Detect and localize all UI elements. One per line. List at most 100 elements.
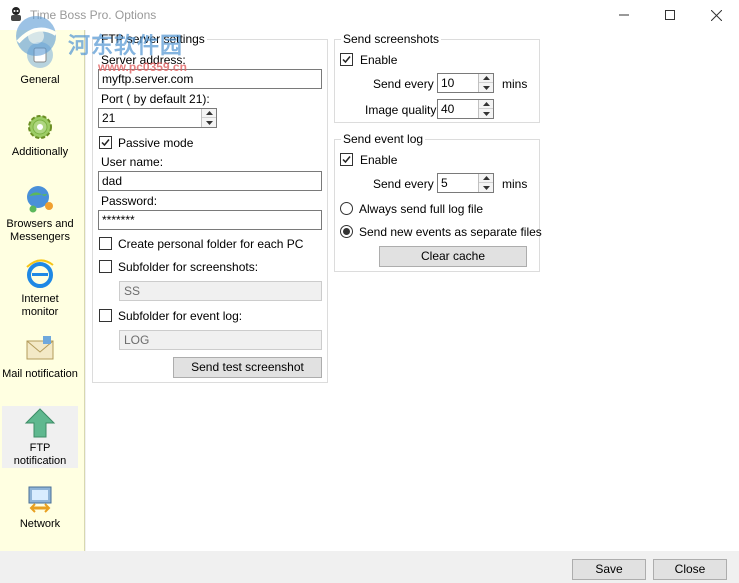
sidebar-item-browsers[interactable]: Browsers and Messengers [2, 182, 78, 244]
server-address-label: Server address: [101, 53, 186, 67]
sidebar-item-network[interactable]: Network [2, 482, 78, 531]
checkmark-icon [342, 56, 351, 64]
save-button[interactable]: Save [572, 559, 646, 580]
image-quality-spinner[interactable]: 40 [437, 99, 494, 119]
subfolder-log-input[interactable]: LOG [119, 330, 322, 350]
window-title: Time Boss Pro. Options [30, 8, 157, 22]
caret-up-icon [482, 102, 490, 106]
eventlog-enable-checkbox[interactable] [340, 153, 353, 166]
spin-up-button[interactable] [479, 174, 493, 183]
app-icon [8, 6, 24, 22]
caret-down-icon [482, 185, 490, 190]
eventlog-mins-label: mins [502, 177, 528, 191]
sidebar-item-additionally[interactable]: Additionally [2, 110, 78, 159]
screenshots-interval-spinner[interactable]: 10 [437, 73, 494, 93]
ftp-server-settings-group: FTP server settings Server address: myft… [92, 32, 328, 383]
personal-folder-checkbox[interactable] [99, 237, 112, 250]
spin-down-button[interactable] [479, 183, 493, 192]
sidebar-item-mail-notification[interactable]: Mail notification [2, 332, 78, 381]
caret-up-icon [205, 111, 213, 115]
spinner-arrows [478, 174, 493, 192]
subfolder-log-label: Subfolder for event log: [118, 309, 243, 323]
minimize-button[interactable] [601, 0, 647, 30]
settings-panel: FTP server settings Server address: myft… [86, 30, 739, 551]
title-bar: Time Boss Pro. Options [0, 0, 739, 30]
send-test-screenshot-button[interactable]: Send test screenshot [173, 357, 322, 378]
eventlog-group-title: Send event log [341, 132, 426, 146]
send-event-log-group: Send event log Enable Send every 5 mins … [334, 132, 542, 272]
eventlog-enable-label: Enable [360, 153, 398, 167]
spin-up-button[interactable] [479, 74, 493, 83]
close-window-button[interactable] [693, 0, 739, 30]
new-events-label: Send new events as separate files [359, 225, 542, 239]
footer-bar: Save Close [0, 551, 739, 583]
spin-up-button[interactable] [479, 100, 493, 109]
sidebar-item-label: Mail notification [2, 368, 78, 380]
server-address-input[interactable]: myftp.server.com [98, 69, 322, 89]
spin-down-button[interactable] [479, 83, 493, 92]
image-quality-value: 40 [441, 102, 455, 116]
screenshots-enable-label: Enable [360, 53, 398, 67]
general-icon [27, 42, 53, 68]
sidebar-item-ftp-notification[interactable]: FTP notification [2, 406, 78, 468]
image-quality-label: Image quality [365, 103, 437, 117]
gear-icon [28, 115, 52, 139]
eventlog-interval-spinner[interactable]: 5 [437, 173, 494, 193]
sidebar-item-label: Network [19, 518, 61, 530]
sidebar-item-label: Additionally [11, 146, 69, 158]
port-value: 21 [102, 111, 116, 125]
up-arrow-icon [24, 408, 56, 438]
clear-cache-button[interactable]: Clear cache [379, 246, 527, 267]
screenshots-group-title: Send screenshots [341, 32, 442, 46]
spin-down-button[interactable] [202, 118, 216, 127]
spinner-arrows [201, 109, 216, 127]
personal-folder-label: Create personal folder for each PC [118, 237, 304, 251]
envelope-icon [26, 336, 54, 360]
caret-down-icon [482, 85, 490, 90]
full-log-radio[interactable] [340, 202, 353, 215]
maximize-icon [665, 10, 675, 20]
caret-up-icon [482, 176, 490, 180]
internet-explorer-icon [26, 259, 54, 288]
subfolder-screenshots-checkbox[interactable] [99, 260, 112, 273]
screenshots-send-every-label: Send every [373, 77, 434, 91]
passive-mode-checkbox[interactable] [99, 136, 112, 149]
sidebar-item-label: General [20, 74, 60, 86]
caret-down-icon [205, 120, 213, 125]
sidebar-item-label: FTP notification [13, 442, 67, 467]
password-input[interactable]: ******* [98, 210, 322, 230]
minimize-icon [619, 14, 629, 16]
password-label: Password: [101, 194, 158, 208]
new-events-radio[interactable] [340, 225, 353, 238]
sidebar-item-general[interactable]: General [2, 38, 78, 87]
screenshots-interval-value: 10 [441, 76, 455, 90]
screenshots-mins-label: mins [502, 77, 528, 91]
close-icon [710, 9, 722, 21]
user-name-label: User name: [101, 155, 164, 169]
sidebar-item-label: Browsers and Messengers [6, 218, 74, 243]
subfolder-screenshots-label: Subfolder for screenshots: [118, 260, 259, 274]
spinner-arrows [478, 74, 493, 92]
sidebar-item-internet-monitor[interactable]: Internet monitor [2, 257, 78, 319]
port-spinner[interactable]: 21 [98, 108, 217, 128]
passive-mode-label: Passive mode [118, 136, 194, 150]
spinner-arrows [478, 100, 493, 118]
subfolder-log-checkbox[interactable] [99, 309, 112, 322]
close-button[interactable]: Close [653, 559, 727, 580]
sidebar-item-label: Internet monitor [21, 293, 59, 318]
checkmark-icon [101, 139, 110, 147]
full-log-label: Always send full log file [359, 202, 484, 216]
sidebar: General Additionally Browsers and Messen… [0, 30, 85, 551]
eventlog-send-every-label: Send every [373, 177, 434, 191]
send-screenshots-group: Send screenshots Enable Send every 10 mi… [334, 32, 540, 123]
maximize-button[interactable] [647, 0, 693, 30]
network-icon [28, 486, 52, 513]
user-name-input[interactable]: dad [98, 171, 322, 191]
caret-down-icon [482, 111, 490, 116]
spin-down-button[interactable] [479, 109, 493, 118]
subfolder-screenshots-input[interactable]: SS [119, 281, 322, 301]
screenshots-enable-checkbox[interactable] [340, 53, 353, 66]
eventlog-interval-value: 5 [441, 176, 448, 190]
globe-people-icon [27, 186, 53, 213]
spin-up-button[interactable] [202, 109, 216, 118]
